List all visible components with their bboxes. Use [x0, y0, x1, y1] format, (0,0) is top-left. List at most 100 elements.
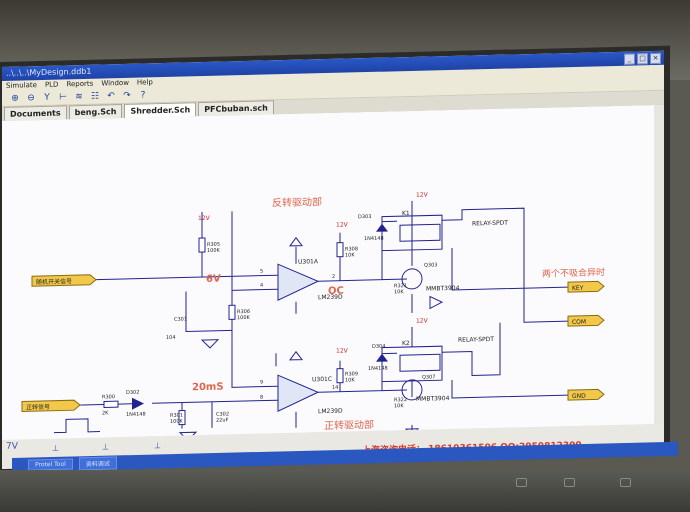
tab-documents[interactable]: Documents: [4, 105, 67, 121]
label-relay-k2-type: RELAY-SPDT: [458, 336, 494, 344]
monitor: ..\..\..\MyDesign.ddb1 _ □ × Simulate PL…: [0, 45, 670, 473]
diode-d303: [376, 223, 388, 232]
tab-beng[interactable]: beng.Sch: [68, 104, 123, 120]
schematic-drawing: 反转驱动部 正转驱动部 6V OC 20mS 两个不吸合异时 随机开关信号 正转…: [21, 192, 605, 442]
resistor-r300: [103, 400, 119, 408]
diode-d304: [376, 353, 388, 362]
supply-12v-r305: 12V: [198, 215, 211, 222]
opamp-u301a: [277, 263, 320, 301]
label-r308-val: 10K: [345, 252, 355, 258]
supply-12v-k2: 12V: [416, 318, 429, 325]
label-r305-val: 100K: [207, 248, 221, 254]
label-r321-val: 10K: [394, 289, 404, 295]
wire-q303-base: [382, 278, 407, 281]
netlabel-input-bottom-text: 正转信号: [26, 403, 50, 412]
resistor-r306: [228, 304, 236, 320]
label-q307-part: MMBT3904: [416, 395, 450, 403]
label-r306-val: 100K: [237, 315, 251, 321]
pin-2: 2: [332, 274, 335, 280]
annotation-20ms: 20mS: [192, 382, 224, 394]
label-d302: D302: [126, 390, 139, 396]
help-icon[interactable]: ?: [138, 90, 148, 100]
schematic-canvas[interactable]: 反转驱动部 正转驱动部 6V OC 20mS 两个不吸合异时 随机开关信号 正转…: [2, 104, 655, 442]
annotation-two-no-suck: 两个不吸合异时: [542, 266, 605, 280]
vertical-scrollbar[interactable]: [654, 104, 664, 425]
pin-8: 8: [260, 395, 263, 401]
label-q303: Q303: [424, 262, 437, 268]
label-relay-k2: K2: [402, 340, 410, 347]
label-d303: D303: [358, 214, 371, 220]
pin-5: 5: [260, 269, 263, 275]
screen: ..\..\..\MyDesign.ddb1 _ □ × Simulate PL…: [2, 50, 664, 469]
status-voltage: 7V: [6, 441, 18, 452]
redo-icon[interactable]: ↷: [122, 91, 132, 101]
probe-icon-2[interactable]: ⊥: [102, 442, 109, 451]
supply-arrow-c: [289, 350, 303, 361]
monitor-button-1[interactable]: [516, 478, 527, 487]
taskbar-item-files[interactable]: 资料调试: [78, 455, 117, 470]
pin-9: 9: [260, 380, 263, 386]
label-c301-val: 104: [166, 335, 176, 341]
bus-tool-icon[interactable]: ≋: [74, 92, 84, 102]
netlabel-gnd-text: GND: [572, 393, 586, 400]
relay-k1-coil: [399, 223, 441, 242]
pin-14: 14: [332, 385, 338, 391]
label-d303-val: 1N4148: [364, 236, 384, 242]
menu-simulate[interactable]: Simulate: [6, 80, 37, 92]
monitor-button-3[interactable]: [620, 478, 631, 487]
probe-icon-1[interactable]: ⊥: [52, 444, 59, 453]
supply-arrow-a: [289, 236, 303, 247]
label-d304: D304: [372, 344, 385, 350]
probe-icon-3[interactable]: ⊥: [154, 441, 161, 450]
grid-icon[interactable]: ☷: [90, 92, 100, 102]
supply-12v-k1: 12V: [416, 192, 429, 199]
label-u301c-part: LM239D: [318, 408, 343, 416]
wire-tool-icon[interactable]: ⊢: [58, 92, 68, 102]
pulse-symbol: [54, 418, 100, 434]
resistor-r308: [336, 242, 344, 258]
resistor-r305: [198, 237, 206, 253]
menu-window[interactable]: Window: [101, 78, 129, 90]
label-r301-val: 100K: [170, 419, 184, 425]
supply-12v-r308: 12V: [336, 221, 349, 228]
relay-k2-coil: [399, 353, 441, 372]
label-c302-val: 22uF: [216, 417, 229, 423]
maximize-icon[interactable]: □: [637, 53, 648, 65]
probe-icon[interactable]: Y: [42, 93, 52, 103]
supply-12v-r309: 12V: [336, 347, 349, 354]
label-r300-val: 2K: [102, 410, 109, 416]
menu-help[interactable]: Help: [137, 77, 153, 88]
diode-d302: [132, 397, 144, 410]
wire-opa-minus: [232, 288, 278, 291]
undo-icon[interactable]: ↶: [106, 91, 116, 101]
menu-reports[interactable]: Reports: [66, 79, 93, 91]
pin-4: 4: [260, 283, 263, 289]
wire-input-top: [92, 274, 278, 281]
label-r309-val: 10K: [345, 377, 355, 383]
ground-arrow-top: [200, 339, 220, 349]
title-reverse-drive: 反转驱动部: [272, 195, 322, 209]
zoom-out-icon[interactable]: ⊖: [26, 93, 36, 103]
zoom-in-icon[interactable]: ⊕: [10, 94, 20, 104]
window-title: ..\..\..\MyDesign.ddb1: [6, 66, 92, 78]
label-relay-k1: K1: [402, 210, 410, 217]
window-controls: _ □ ×: [624, 52, 661, 65]
label-relay-k1-type: RELAY-SPDT: [472, 220, 508, 228]
close-icon[interactable]: ×: [650, 52, 661, 65]
label-u301a: U301A: [298, 258, 319, 266]
annotation-6v: 6V: [206, 274, 221, 285]
netlabel-input-top-text: 随机开关信号: [36, 277, 72, 286]
arrow-out-q303: [429, 295, 444, 310]
monitor-button-2[interactable]: [564, 478, 575, 487]
minimize-icon[interactable]: _: [624, 53, 635, 65]
taskbar-item-protel[interactable]: Protel Tool: [28, 458, 73, 471]
label-q303-part: MMBT3904: [426, 285, 460, 293]
monitor-bezel: [0, 470, 690, 512]
wire-k2-contact: [442, 322, 501, 376]
menu-pld[interactable]: PLD: [45, 80, 59, 91]
wire-opc-plus: [231, 340, 278, 388]
label-u301a-part: LM239D: [318, 294, 343, 302]
label-u301c: U301C: [312, 376, 332, 383]
netlabel-key-text: KEY: [572, 285, 584, 292]
label-c301: C301: [174, 316, 187, 322]
